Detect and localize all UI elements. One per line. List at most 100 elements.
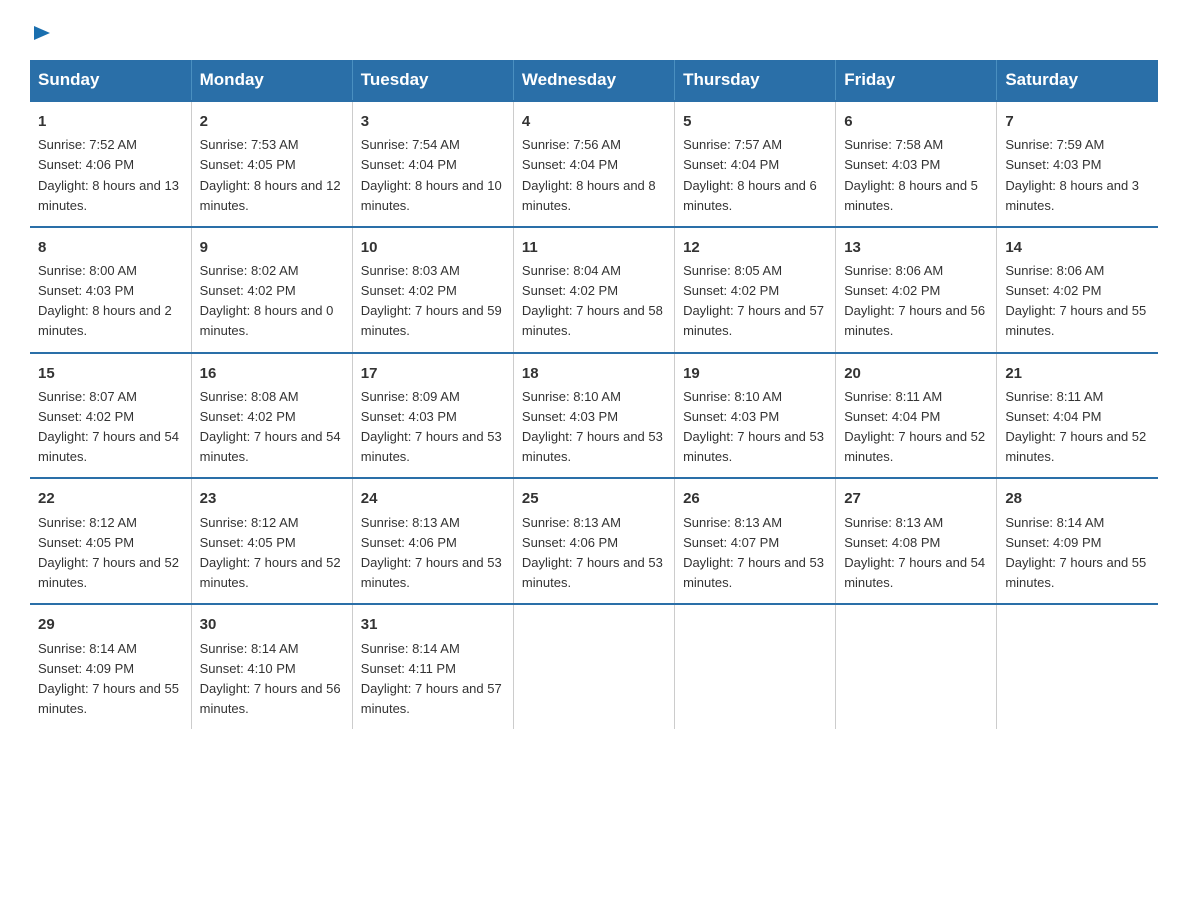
day-number: 10: [361, 236, 505, 259]
day-number: 9: [200, 236, 344, 259]
day-number: 28: [1005, 487, 1150, 510]
day-info: Sunrise: 8:07 AMSunset: 4:02 PMDaylight:…: [38, 387, 183, 468]
col-header-sunday: Sunday: [30, 60, 191, 101]
day-info: Sunrise: 8:13 AMSunset: 4:06 PMDaylight:…: [522, 513, 666, 594]
day-cell: 29 Sunrise: 8:14 AMSunset: 4:09 PMDayligh…: [30, 604, 191, 729]
day-cell: 15Sunrise: 8:07 AMSunset: 4:02 PMDayligh…: [30, 353, 191, 479]
day-number: 1: [38, 110, 183, 133]
day-number: 17: [361, 362, 505, 385]
day-number: 3: [361, 110, 505, 133]
day-number: 14: [1005, 236, 1150, 259]
day-info: Sunrise: 7:53 AMSunset: 4:05 PMDaylight:…: [200, 135, 344, 216]
day-info: Sunrise: 7:59 AMSunset: 4:03 PMDaylight:…: [1005, 135, 1150, 216]
col-header-thursday: Thursday: [675, 60, 836, 101]
day-info: Sunrise: 8:11 AMSunset: 4:04 PMDaylight:…: [844, 387, 988, 468]
day-info: Sunrise: 8:02 AMSunset: 4:02 PMDaylight:…: [200, 261, 344, 342]
day-info: Sunrise: 8:05 AMSunset: 4:02 PMDaylight:…: [683, 261, 827, 342]
day-cell: 31Sunrise: 8:14 AMSunset: 4:11 PMDayligh…: [352, 604, 513, 729]
col-header-tuesday: Tuesday: [352, 60, 513, 101]
day-cell: 26 Sunrise: 8:13 AMSunset: 4:07 PMDayligh…: [675, 478, 836, 604]
day-number: 12: [683, 236, 827, 259]
day-info: Sunrise: 8:14 AMSunset: 4:10 PMDaylight:…: [200, 639, 344, 720]
day-cell: [836, 604, 997, 729]
day-cell: 19Sunrise: 8:10 AMSunset: 4:03 PMDayligh…: [675, 353, 836, 479]
day-info: Sunrise: 8:14 AMSunset: 4:09 PMDaylight:…: [38, 639, 183, 720]
col-header-saturday: Saturday: [997, 60, 1158, 101]
page-header: [30, 20, 1158, 40]
day-info: Sunrise: 8:03 AMSunset: 4:02 PMDaylight:…: [361, 261, 505, 342]
week-row-5: 29 Sunrise: 8:14 AMSunset: 4:09 PMDayligh…: [30, 604, 1158, 729]
day-number: 30: [200, 613, 344, 636]
day-number: 27: [844, 487, 988, 510]
day-number: 20: [844, 362, 988, 385]
day-info: Sunrise: 7:57 AMSunset: 4:04 PMDaylight:…: [683, 135, 827, 216]
day-cell: 12Sunrise: 8:05 AMSunset: 4:02 PMDayligh…: [675, 227, 836, 353]
day-cell: 10Sunrise: 8:03 AMSunset: 4:02 PMDayligh…: [352, 227, 513, 353]
day-info: Sunrise: 8:06 AMSunset: 4:02 PMDaylight:…: [1005, 261, 1150, 342]
day-number: 2: [200, 110, 344, 133]
logo-arrow-icon: [32, 22, 54, 44]
day-info: Sunrise: 8:13 AMSunset: 4:06 PMDaylight:…: [361, 513, 505, 594]
day-cell: 2Sunrise: 7:53 AMSunset: 4:05 PMDaylight…: [191, 101, 352, 227]
day-cell: 30 Sunrise: 8:14 AMSunset: 4:10 PMDayligh…: [191, 604, 352, 729]
day-info: Sunrise: 8:12 AMSunset: 4:05 PMDaylight:…: [38, 513, 183, 594]
day-number: 16: [200, 362, 344, 385]
day-info: Sunrise: 8:13 AMSunset: 4:08 PMDaylight:…: [844, 513, 988, 594]
day-number: 24: [361, 487, 505, 510]
day-cell: 9Sunrise: 8:02 AMSunset: 4:02 PMDaylight…: [191, 227, 352, 353]
logo: [30, 20, 54, 40]
day-number: 6: [844, 110, 988, 133]
week-row-3: 15Sunrise: 8:07 AMSunset: 4:02 PMDayligh…: [30, 353, 1158, 479]
day-number: 13: [844, 236, 988, 259]
day-number: 29: [38, 613, 183, 636]
day-number: 23: [200, 487, 344, 510]
day-cell: 20Sunrise: 8:11 AMSunset: 4:04 PMDayligh…: [836, 353, 997, 479]
day-number: 18: [522, 362, 666, 385]
day-number: 11: [522, 236, 666, 259]
day-info: Sunrise: 7:52 AMSunset: 4:06 PMDaylight:…: [38, 135, 183, 216]
day-info: Sunrise: 8:13 AMSunset: 4:07 PMDaylight:…: [683, 513, 827, 594]
calendar-table: SundayMondayTuesdayWednesdayThursdayFrid…: [30, 60, 1158, 729]
day-info: Sunrise: 8:10 AMSunset: 4:03 PMDaylight:…: [522, 387, 666, 468]
day-number: 25: [522, 487, 666, 510]
day-cell: 21Sunrise: 8:11 AMSunset: 4:04 PMDayligh…: [997, 353, 1158, 479]
day-cell: 24 Sunrise: 8:13 AMSunset: 4:06 PMDayligh…: [352, 478, 513, 604]
day-cell: 18Sunrise: 8:10 AMSunset: 4:03 PMDayligh…: [513, 353, 674, 479]
day-cell: [513, 604, 674, 729]
day-cell: 25 Sunrise: 8:13 AMSunset: 4:06 PMDayligh…: [513, 478, 674, 604]
col-header-friday: Friday: [836, 60, 997, 101]
day-cell: 14Sunrise: 8:06 AMSunset: 4:02 PMDayligh…: [997, 227, 1158, 353]
day-cell: 7Sunrise: 7:59 AMSunset: 4:03 PMDaylight…: [997, 101, 1158, 227]
day-cell: 23Sunrise: 8:12 AMSunset: 4:05 PMDayligh…: [191, 478, 352, 604]
day-cell: 3Sunrise: 7:54 AMSunset: 4:04 PMDaylight…: [352, 101, 513, 227]
day-info: Sunrise: 8:10 AMSunset: 4:03 PMDaylight:…: [683, 387, 827, 468]
day-cell: [675, 604, 836, 729]
day-info: Sunrise: 8:04 AMSunset: 4:02 PMDaylight:…: [522, 261, 666, 342]
col-header-monday: Monday: [191, 60, 352, 101]
col-header-wednesday: Wednesday: [513, 60, 674, 101]
day-number: 8: [38, 236, 183, 259]
day-cell: 22Sunrise: 8:12 AMSunset: 4:05 PMDayligh…: [30, 478, 191, 604]
week-row-4: 22Sunrise: 8:12 AMSunset: 4:05 PMDayligh…: [30, 478, 1158, 604]
day-number: 15: [38, 362, 183, 385]
day-cell: 5Sunrise: 7:57 AMSunset: 4:04 PMDaylight…: [675, 101, 836, 227]
day-number: 26: [683, 487, 827, 510]
day-cell: 16Sunrise: 8:08 AMSunset: 4:02 PMDayligh…: [191, 353, 352, 479]
logo-general-line: [30, 20, 54, 44]
day-info: Sunrise: 8:09 AMSunset: 4:03 PMDaylight:…: [361, 387, 505, 468]
day-info: Sunrise: 7:54 AMSunset: 4:04 PMDaylight:…: [361, 135, 505, 216]
day-info: Sunrise: 7:58 AMSunset: 4:03 PMDaylight:…: [844, 135, 988, 216]
day-info: Sunrise: 8:06 AMSunset: 4:02 PMDaylight:…: [844, 261, 988, 342]
day-cell: 27 Sunrise: 8:13 AMSunset: 4:08 PMDayligh…: [836, 478, 997, 604]
day-cell: 6Sunrise: 7:58 AMSunset: 4:03 PMDaylight…: [836, 101, 997, 227]
day-info: Sunrise: 8:00 AMSunset: 4:03 PMDaylight:…: [38, 261, 183, 342]
day-number: 7: [1005, 110, 1150, 133]
day-info: Sunrise: 7:56 AMSunset: 4:04 PMDaylight:…: [522, 135, 666, 216]
day-number: 4: [522, 110, 666, 133]
day-cell: 8Sunrise: 8:00 AMSunset: 4:03 PMDaylight…: [30, 227, 191, 353]
day-number: 21: [1005, 362, 1150, 385]
day-cell: [997, 604, 1158, 729]
day-number: 19: [683, 362, 827, 385]
day-cell: 17Sunrise: 8:09 AMSunset: 4:03 PMDayligh…: [352, 353, 513, 479]
week-row-2: 8Sunrise: 8:00 AMSunset: 4:03 PMDaylight…: [30, 227, 1158, 353]
